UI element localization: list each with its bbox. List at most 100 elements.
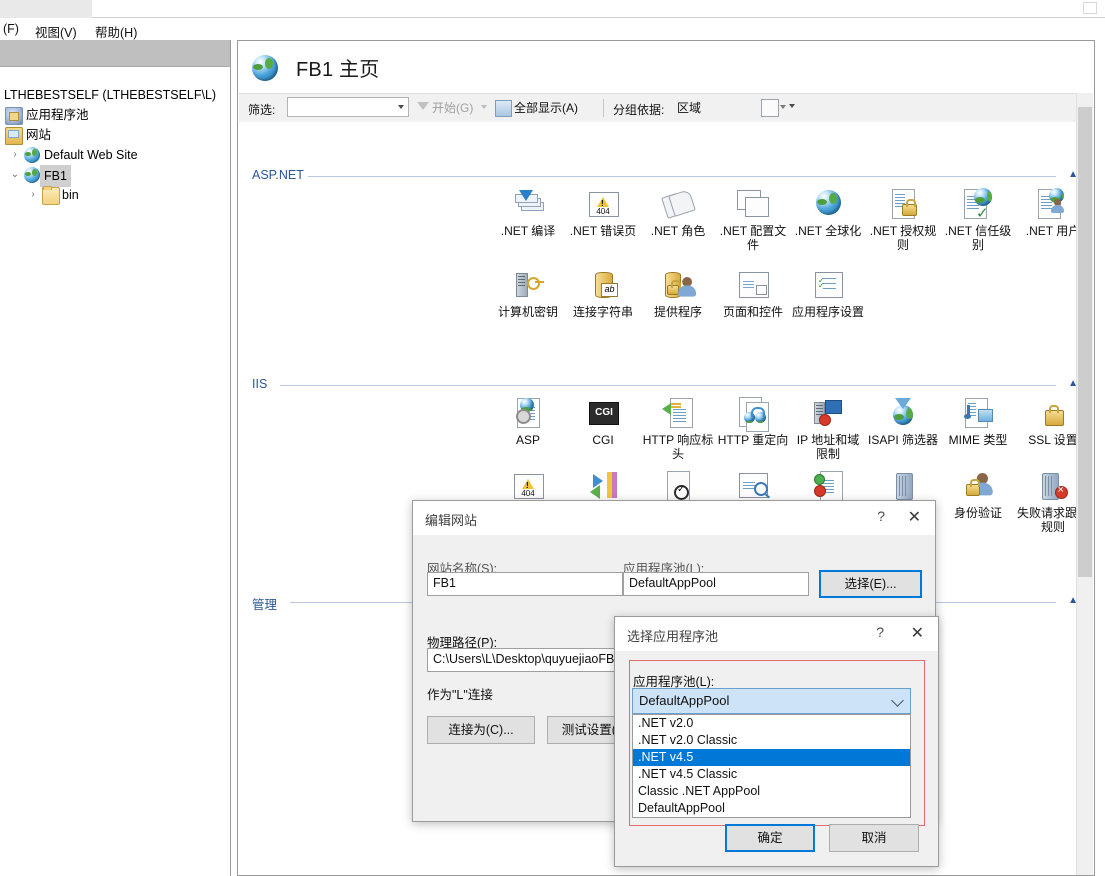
- menu-bar: (F) 视图(V) 帮助(H): [0, 18, 1105, 40]
- dotnet-globalization-icon: [812, 188, 844, 220]
- tree-root-label: LTHEBESTSELF (LTHEBESTSELF\L): [4, 88, 217, 102]
- tree-node-app-pools[interactable]: 应用程序池: [0, 105, 230, 125]
- filter-label: 筛选:: [248, 103, 276, 117]
- group-by-value: 区域: [677, 101, 702, 115]
- tree-node-bin[interactable]: › bin: [0, 185, 230, 205]
- window-tab-fragment: [0, 0, 93, 19]
- feature-tile-connection-strings[interactable]: ab 连接字符串: [566, 269, 640, 319]
- start-button[interactable]: 开始(G): [432, 98, 473, 118]
- tile-label: MIME 类型: [948, 433, 1008, 447]
- tile-label: 身份验证: [953, 506, 1002, 520]
- dropdown-option[interactable]: .NET v2.0: [633, 715, 910, 732]
- app-pool-combobox[interactable]: DefaultAppPool: [632, 688, 911, 714]
- feature-tile-application-settings[interactable]: ✓ ✓ 应用程序设置: [791, 269, 865, 319]
- feature-tile-dotnet-globalization[interactable]: .NET 全球化: [791, 188, 865, 238]
- help-icon[interactable]: ?: [877, 508, 885, 524]
- funnel-icon: [417, 102, 429, 110]
- menu-item-file[interactable]: (F): [0, 20, 24, 38]
- start-dropdown-icon[interactable]: [481, 105, 487, 109]
- feature-tile-http-redirect[interactable]: HTTP 重定向: [716, 397, 790, 447]
- mime-types-icon: [962, 397, 994, 429]
- feature-tile-machine-key[interactable]: 计算机密钥: [491, 269, 565, 319]
- feature-tile-dotnet-trust-levels[interactable]: ✓ .NET 信任级别: [941, 188, 1015, 252]
- view-mode-icon[interactable]: [761, 99, 779, 117]
- feature-tile-dotnet-roles[interactable]: .NET 角色: [641, 188, 715, 238]
- connections-tree[interactable]: LTHEBESTSELF (LTHEBESTSELF\L) 应用程序池 网站 ›…: [0, 67, 230, 876]
- main-scrollbar[interactable]: [1076, 93, 1093, 875]
- chevron-right-icon[interactable]: ›: [26, 185, 40, 205]
- app-pool-value: DefaultAppPool: [629, 576, 716, 590]
- feature-tile-asp[interactable]: ASP: [491, 397, 565, 447]
- tree-node-fb1[interactable]: ⌄ FB1: [0, 165, 230, 187]
- feature-tile-pages-and-controls[interactable]: 页面和控件: [716, 269, 790, 319]
- dotnet-profile-icon: [737, 188, 769, 220]
- window-control-fragment[interactable]: [1083, 2, 1097, 14]
- ok-button[interactable]: 确定: [725, 824, 815, 852]
- feature-tile-dotnet-profile[interactable]: .NET 配置文件: [716, 188, 790, 252]
- show-all-button[interactable]: 全部显示(A): [514, 98, 578, 118]
- ip-restrictions-icon: [812, 397, 844, 429]
- http-redirect-icon: [737, 397, 769, 432]
- tree-node-sites[interactable]: 网站: [0, 125, 230, 145]
- physical-path-value: C:\Users\L\Desktop\quyuejiaoFB: [433, 652, 615, 666]
- logging-icon: [887, 470, 919, 502]
- help-icon[interactable]: ?: [876, 624, 884, 640]
- close-icon[interactable]: ✕: [911, 623, 924, 643]
- select-app-pool-dialog: 选择应用程序池 ? ✕ 应用程序池(L): DefaultAppPool .NE…: [614, 616, 939, 867]
- scroll-up-button[interactable]: [1078, 93, 1092, 107]
- tile-label: HTTP 重定向: [717, 433, 789, 447]
- tree-node-root[interactable]: LTHEBESTSELF (LTHEBESTSELF\L): [0, 85, 230, 105]
- chevron-down-icon[interactable]: [891, 694, 904, 707]
- feature-tile-ip-address-and-domain-restrictions[interactable]: IP 地址和域限制: [791, 397, 865, 461]
- app-pool-selected-value: DefaultAppPool: [639, 693, 730, 708]
- dotnet-authorization-rules-icon: [887, 188, 919, 220]
- close-icon[interactable]: ✕: [908, 507, 921, 527]
- feature-tile-dotnet-compilation[interactable]: .NET 编译: [491, 188, 565, 238]
- feature-tile-authentication[interactable]: 身份验证: [941, 470, 1015, 520]
- tree-label: Default Web Site: [44, 148, 138, 162]
- feature-tile-cgi[interactable]: CGI CGI: [566, 397, 640, 447]
- window-title-area: [92, 0, 1105, 18]
- folder-icon: [42, 186, 60, 205]
- tree-node-default-web-site[interactable]: › Default Web Site: [0, 145, 230, 165]
- view-mode-dropdown-icon[interactable]: [780, 105, 786, 109]
- site-name-value: FB1: [433, 576, 456, 590]
- chevron-right-icon[interactable]: ›: [8, 145, 22, 165]
- chevron-down-icon[interactable]: ⌄: [8, 165, 22, 185]
- chevron-down-icon[interactable]: [789, 104, 795, 108]
- page-title: FB1 主页: [296, 59, 380, 81]
- filter-input[interactable]: [287, 97, 409, 117]
- connect-as-button[interactable]: 连接为(C)...: [427, 716, 535, 744]
- dropdown-option[interactable]: DefaultAppPool: [633, 800, 910, 817]
- scrollbar-thumb[interactable]: [1078, 107, 1092, 577]
- app-pool-dropdown-list[interactable]: .NET v2.0 .NET v2.0 Classic .NET v4.5 .N…: [632, 714, 911, 818]
- tile-label: .NET 角色: [650, 224, 706, 238]
- app-pool-field[interactable]: DefaultAppPool: [623, 572, 809, 596]
- section-name: IIS: [252, 377, 268, 391]
- tree-label: 网站: [26, 128, 52, 142]
- connection-strings-icon: ab: [587, 269, 619, 301]
- authentication-icon: [962, 470, 994, 502]
- dropdown-option[interactable]: .NET v2.0 Classic: [633, 732, 910, 749]
- tile-label: .NET 授权规则: [869, 224, 937, 252]
- select-app-pool-button[interactable]: 选择(E)...: [819, 570, 922, 598]
- globe-icon: [24, 147, 40, 163]
- feature-tile-providers[interactable]: 提供程序: [641, 269, 715, 319]
- dropdown-option-selected[interactable]: .NET v4.5: [633, 749, 910, 766]
- feature-tile-isapi-filters[interactable]: ISAPI 筛选器: [866, 397, 940, 447]
- feature-tile-dotnet-authorization-rules[interactable]: .NET 授权规则: [866, 188, 940, 252]
- site-name-field[interactable]: FB1: [427, 572, 623, 596]
- chevron-down-icon[interactable]: [398, 105, 404, 109]
- dropdown-option[interactable]: Classic .NET AppPool: [633, 783, 910, 800]
- cgi-icon: CGI: [587, 397, 619, 429]
- cancel-button[interactable]: 取消: [829, 824, 919, 852]
- feature-tile-dotnet-error-pages[interactable]: 404 .NET 错误页: [566, 188, 640, 238]
- window-top-strip: [0, 0, 1105, 19]
- scroll-down-button[interactable]: [1078, 861, 1092, 875]
- dropdown-option[interactable]: .NET v4.5 Classic: [633, 766, 910, 783]
- section-name: 管理: [252, 598, 278, 612]
- tile-label: ISAPI 筛选器: [867, 433, 938, 447]
- feature-tile-http-response-headers[interactable]: HTTP 响应标头: [641, 397, 715, 461]
- feature-tile-mime-types[interactable]: MIME 类型: [941, 397, 1015, 447]
- request-filtering-icon: [812, 470, 844, 502]
